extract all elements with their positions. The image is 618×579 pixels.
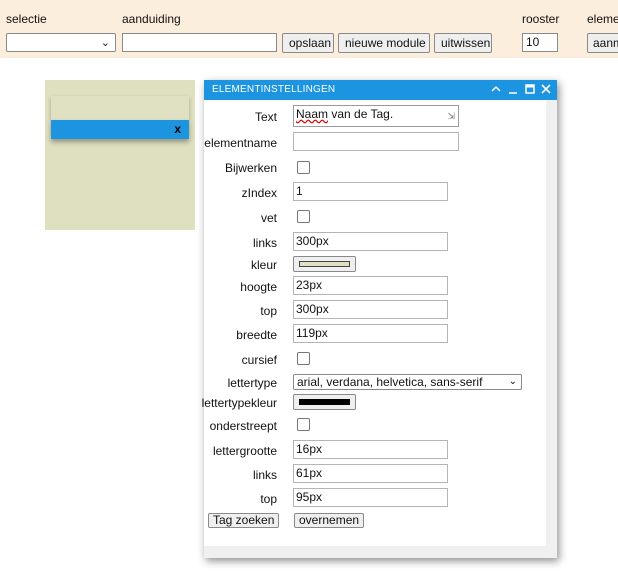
zindex-input[interactable]: 1 bbox=[293, 182, 448, 201]
tag-zoeken-button[interactable]: Tag zoeken bbox=[208, 513, 280, 528]
kleur-swatch bbox=[299, 261, 350, 267]
collapse-icon[interactable] bbox=[491, 83, 501, 97]
lettertypekleur-swatch bbox=[299, 399, 350, 405]
links2-input[interactable]: 61px bbox=[293, 464, 448, 483]
text-value-misspelled: Naam bbox=[296, 107, 329, 121]
opslaan-button[interactable]: opslaan bbox=[282, 33, 334, 53]
text-value-rest: van de Tag. bbox=[328, 107, 394, 121]
lettertypekleur-label: lettertypekleur bbox=[201, 396, 277, 410]
rooster-input[interactable]: 10 bbox=[522, 33, 558, 52]
tag-element-bar[interactable]: x bbox=[51, 120, 189, 139]
close-icon[interactable] bbox=[541, 83, 551, 97]
dialog-title: ELEMENTINSTELLINGEN bbox=[212, 84, 336, 95]
dialog-titlebar[interactable]: ELEMENTINSTELLINGEN bbox=[204, 80, 557, 100]
top2-label: top bbox=[260, 492, 277, 506]
lettertype-select[interactable]: arial, verdana, helvetica, sans-serif ⌄ bbox=[293, 374, 522, 390]
links-label: links bbox=[252, 236, 277, 250]
lettergrootte-label: lettergrootte bbox=[212, 444, 277, 458]
vet-checkbox[interactable] bbox=[297, 210, 310, 223]
lettertype-value: arial, verdana, helvetica, sans-serif bbox=[297, 375, 483, 389]
nieuwe-module-button[interactable]: nieuwe module bbox=[338, 33, 430, 53]
selectie-label: selectie bbox=[6, 12, 47, 26]
top-label: top bbox=[260, 304, 277, 318]
breedte-label: breedte bbox=[236, 328, 277, 342]
uitwissen-button[interactable]: uitwissen bbox=[434, 33, 492, 53]
hoogte-label: hoogte bbox=[240, 280, 277, 294]
lettergrootte-input[interactable]: 16px bbox=[293, 440, 448, 459]
overnemen-button[interactable]: overnemen bbox=[294, 513, 365, 528]
zindex-label: zIndex bbox=[241, 186, 277, 200]
text-textarea[interactable]: Naam van de Tag. ⇲ bbox=[293, 105, 459, 127]
tag-element-header[interactable] bbox=[51, 96, 189, 120]
aanduiding-input[interactable] bbox=[122, 33, 277, 52]
breedte-input[interactable]: 119px bbox=[293, 324, 448, 343]
bijwerken-label: Bijwerken bbox=[224, 161, 277, 175]
lettertypekleur-color-picker[interactable] bbox=[293, 394, 356, 410]
element-label: eleme bbox=[587, 12, 618, 26]
element-settings-dialog: ELEMENTINSTELLINGEN Text Naam van de Tag… bbox=[201, 80, 557, 558]
kleur-color-picker[interactable] bbox=[293, 256, 356, 272]
cursief-checkbox[interactable] bbox=[297, 352, 310, 365]
top-input[interactable]: 300px bbox=[293, 300, 448, 319]
maximize-icon[interactable] bbox=[525, 83, 535, 97]
chevron-down-icon: ⌄ bbox=[508, 376, 517, 387]
kleur-label: kleur bbox=[250, 258, 277, 272]
links-input[interactable]: 300px bbox=[293, 232, 448, 251]
top-toolbar: selectie aanduiding rooster eleme ⌄ opsl… bbox=[0, 0, 618, 58]
links2-label: links bbox=[252, 468, 277, 482]
selectie-select[interactable]: ⌄ bbox=[6, 33, 116, 52]
bijwerken-checkbox[interactable] bbox=[297, 161, 310, 174]
aanmaken-button[interactable]: aanm bbox=[587, 33, 618, 53]
onderstreept-label: onderstreept bbox=[209, 419, 277, 433]
aanduiding-label: aanduiding bbox=[122, 12, 181, 26]
cursief-label: cursief bbox=[241, 353, 277, 367]
hoogte-input[interactable]: 23px bbox=[293, 276, 448, 295]
text-label: Text bbox=[254, 110, 277, 124]
resize-handle-icon[interactable]: ⇲ bbox=[447, 109, 455, 124]
elementname-label: elementname bbox=[204, 136, 277, 150]
chevron-down-icon: ⌄ bbox=[100, 37, 110, 49]
minimize-icon[interactable] bbox=[508, 83, 518, 97]
vet-label: vet bbox=[260, 211, 277, 225]
onderstreept-checkbox[interactable] bbox=[297, 418, 310, 431]
rooster-label: rooster bbox=[522, 12, 560, 26]
top2-input[interactable]: 95px bbox=[293, 488, 448, 507]
dialog-body: Text Naam van de Tag. ⇲ elementname Bijw… bbox=[201, 100, 546, 546]
lettertype-label: lettertype bbox=[227, 376, 277, 390]
elementname-input[interactable] bbox=[293, 132, 459, 151]
close-icon[interactable]: x bbox=[174, 122, 181, 136]
